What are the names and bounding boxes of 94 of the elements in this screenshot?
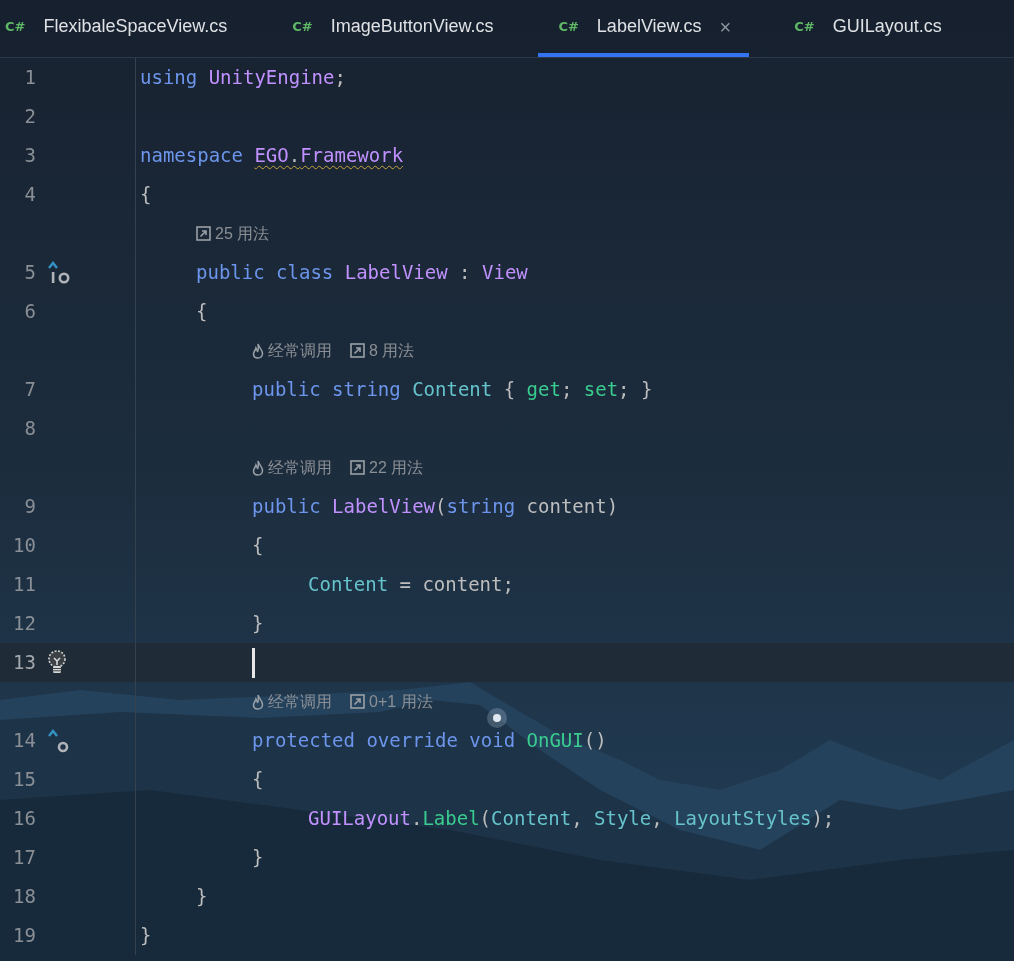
line-number: 4 [23, 182, 36, 208]
code-token: . [410, 806, 423, 832]
tab-label: FlexibaleSpaceView.cs [43, 15, 228, 38]
csharp-file-icon: C# [558, 16, 579, 37]
arrow-box-icon [350, 694, 365, 709]
code-token: LabelView [344, 260, 448, 286]
code-token: } [251, 611, 264, 637]
line-number: 10 [12, 533, 36, 559]
code-token: { [251, 767, 264, 793]
code-token: ); [811, 806, 835, 832]
code-token: public [251, 494, 322, 520]
code-token: } [140, 923, 152, 949]
file-tab[interactable]: C# ImageButtonView.cs [272, 0, 514, 57]
code-token: Label [422, 806, 480, 832]
code-token: } [195, 884, 208, 910]
code-token: using [140, 65, 199, 91]
code-token: = content; [398, 572, 514, 598]
implemented-icon[interactable] [46, 259, 72, 286]
code-token: . [288, 143, 301, 169]
code-token: Content [307, 572, 389, 598]
flame-icon [252, 459, 264, 476]
tab-label: GUILayout.cs [832, 15, 942, 38]
arrow-box-icon [350, 460, 365, 475]
code-token: public class [195, 260, 335, 286]
code-token: Framework [300, 143, 404, 169]
code-token: EGO [254, 143, 289, 169]
line-number: 19 [12, 923, 36, 949]
code-token: protected override void [251, 728, 517, 754]
code-token: LayoutStyles [674, 806, 812, 832]
code-token: content) [525, 494, 619, 520]
csharp-file-icon: C# [794, 16, 815, 37]
csharp-file-icon: C# [292, 16, 313, 37]
frequently-called-hint: 经常调用 [268, 457, 332, 478]
close-icon[interactable]: × [719, 11, 732, 42]
code-token: GUILayout [307, 806, 411, 832]
code-token: namespace [140, 143, 244, 169]
line-number: 18 [12, 884, 36, 910]
usages-link[interactable]: 0+1 用法 [369, 689, 433, 714]
line-number: 9 [23, 494, 36, 520]
line-number: 2 [23, 104, 36, 130]
usages-link[interactable]: 22 用法 [369, 455, 424, 480]
arrow-box-icon [350, 343, 365, 358]
code-token: string [446, 494, 516, 520]
code-token: : [458, 260, 472, 286]
frequently-called-hint: 经常调用 [268, 691, 332, 712]
code-token: , [651, 806, 664, 832]
code-token: () [583, 728, 607, 754]
code-token: public string [251, 377, 402, 403]
file-tab[interactable]: C# LabelView.cs × [538, 0, 750, 57]
code-token: LabelView [332, 494, 436, 520]
lightbulb-icon[interactable] [46, 649, 68, 676]
code-token: ; [334, 65, 346, 91]
code-token: set [583, 377, 619, 403]
code-token: View [482, 260, 528, 286]
line-number: 17 [12, 845, 36, 871]
usages-link[interactable]: 25 用法 [215, 221, 270, 246]
code-token: ( [479, 806, 492, 832]
line-number: 11 [12, 572, 36, 598]
tab-label: LabelView.cs [596, 15, 702, 38]
flame-icon [252, 342, 264, 359]
code-token: { [140, 182, 152, 208]
line-number: 8 [23, 416, 36, 442]
line-number: 15 [12, 767, 36, 793]
code-token: { [251, 533, 264, 559]
code-token: get [526, 377, 561, 403]
line-number: 1 [23, 65, 36, 91]
code-token: OnGUI [526, 728, 584, 754]
code-token: Content [412, 377, 493, 403]
text-cursor [252, 647, 255, 678]
code-token: { [195, 299, 208, 325]
code-token: , [571, 806, 584, 832]
code-token: ; [560, 377, 574, 403]
line-number: 7 [23, 377, 36, 403]
line-number: 6 [23, 299, 36, 325]
file-tab[interactable]: C# FlexibaleSpaceView.cs [0, 0, 248, 57]
tab-label: ImageButtonView.cs [330, 15, 494, 38]
flame-icon [252, 693, 264, 710]
csharp-file-icon: C# [5, 16, 26, 37]
line-number: 5 [23, 260, 36, 286]
code-token: UnityEngine [208, 65, 335, 91]
code-token: Style [594, 806, 652, 832]
code-token: ; } [618, 377, 653, 403]
frequently-called-hint: 经常调用 [268, 340, 332, 361]
code-token: { [502, 377, 517, 403]
usages-link[interactable]: 8 用法 [369, 338, 415, 363]
line-number: 14 [12, 728, 36, 754]
code-token: ( [435, 494, 447, 520]
code-token: } [251, 845, 264, 871]
line-number: 12 [12, 611, 36, 637]
code-token: Content [491, 806, 572, 832]
line-number: 16 [12, 806, 36, 832]
file-tab[interactable]: C# GUILayout.cs [774, 0, 962, 57]
arrow-box-icon [196, 226, 211, 241]
line-number: 3 [23, 143, 36, 169]
